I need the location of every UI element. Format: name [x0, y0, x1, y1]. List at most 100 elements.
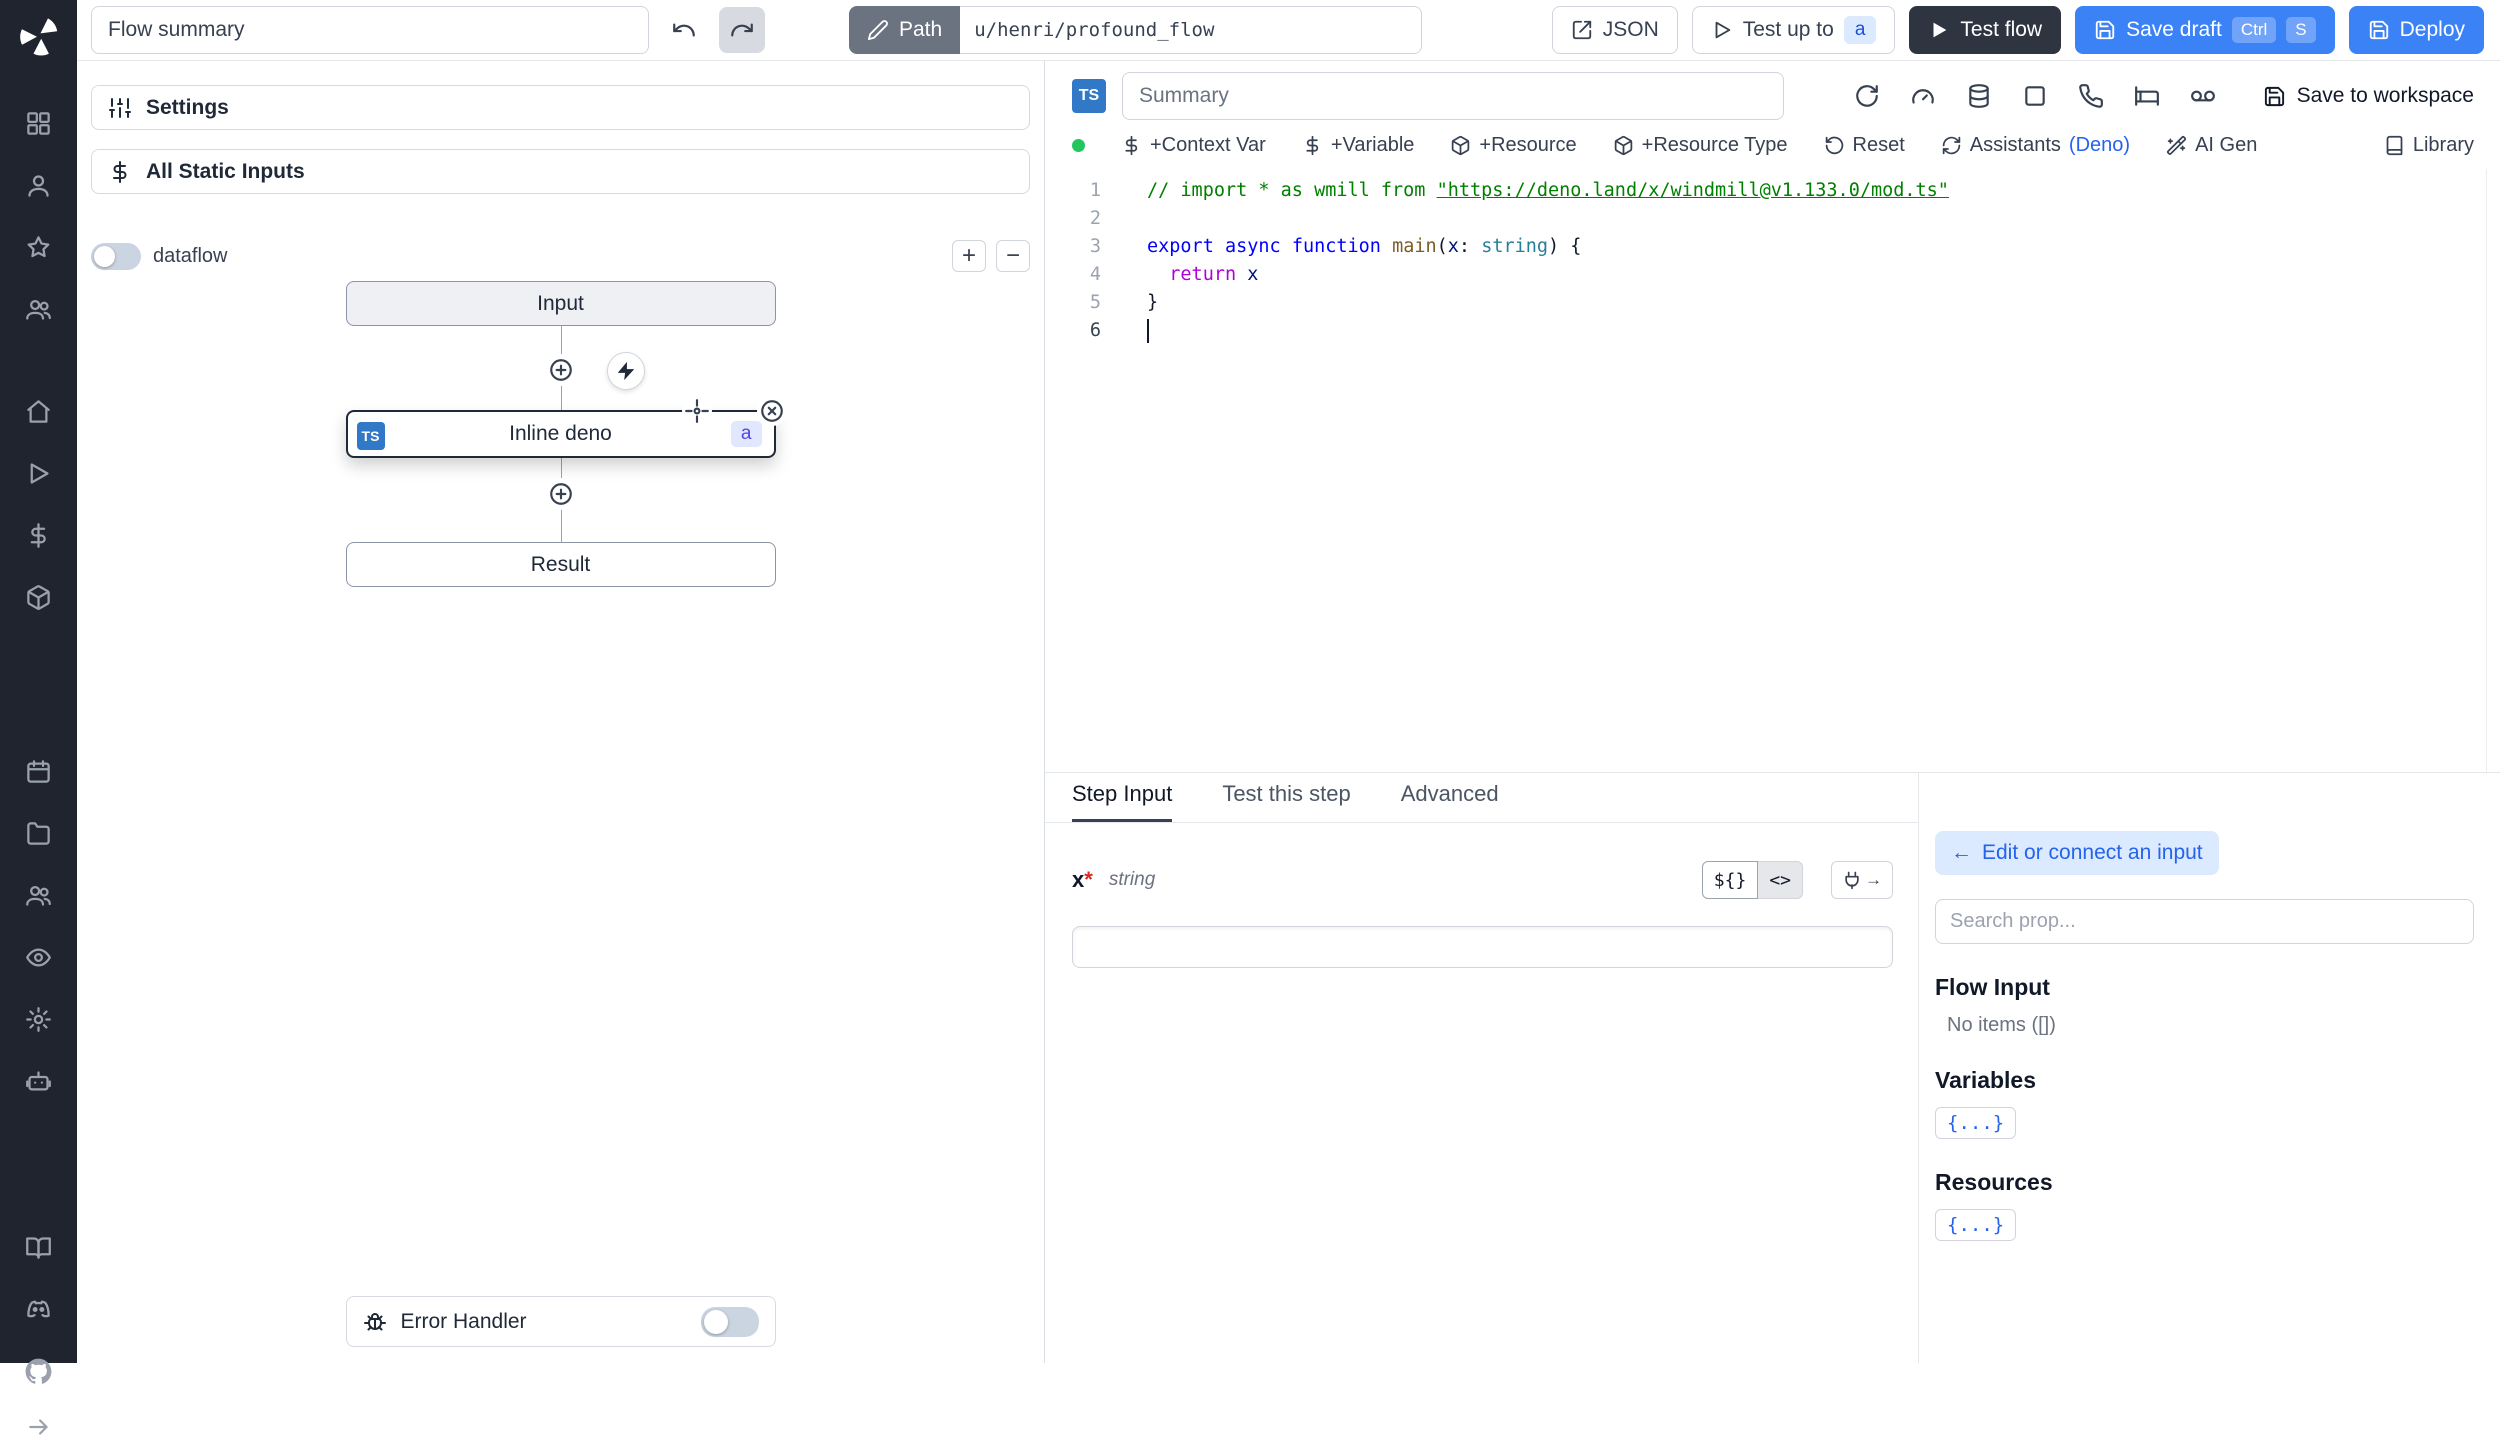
gauge-icon[interactable] [1910, 83, 1936, 109]
reset-button[interactable]: Reset [1824, 134, 1905, 157]
users-icon[interactable] [19, 876, 59, 914]
error-handler-toggle[interactable] [700, 1306, 759, 1337]
tab-advanced[interactable]: Advanced [1401, 781, 1499, 822]
add-resource-type-button[interactable]: +Resource Type [1613, 134, 1788, 157]
move-icon [684, 398, 710, 424]
tab-test-this-step[interactable]: Test this step [1222, 781, 1350, 822]
test-flow-button[interactable]: Test flow [1909, 6, 2062, 54]
play-icon[interactable] [19, 454, 59, 492]
play-icon [1711, 19, 1733, 41]
robot-icon[interactable] [19, 1062, 59, 1100]
settings-label: Settings [146, 95, 229, 119]
dollar-icon[interactable] [19, 516, 59, 554]
path-input[interactable] [960, 6, 1423, 54]
edit-or-connect-button[interactable]: ← Edit or connect an input [1935, 831, 2219, 875]
dollar-icon [1121, 135, 1142, 156]
home-icon[interactable] [19, 392, 59, 430]
settings-button[interactable]: Settings [91, 85, 1030, 130]
discord-icon[interactable] [19, 1290, 59, 1328]
grid-icon[interactable] [19, 104, 59, 142]
expr-mode-button[interactable]: ${} [1701, 861, 1759, 899]
deploy-button[interactable]: Deploy [2348, 6, 2484, 54]
save-icon [2263, 85, 2286, 108]
error-handler[interactable]: Error Handler [345, 1296, 776, 1347]
user-icon[interactable] [19, 166, 59, 204]
zoom-out-button[interactable]: − [996, 240, 1030, 272]
save-icon [2094, 19, 2116, 41]
book-icon[interactable] [19, 1228, 59, 1266]
arrow-left-icon: ← [1951, 841, 1972, 864]
move-step-button[interactable] [681, 396, 712, 426]
code-editor[interactable]: 1// import * as wmill from "https://deno… [1045, 169, 2500, 773]
windmill-logo-icon[interactable] [17, 14, 61, 58]
pencil-icon [867, 19, 889, 41]
save-to-workspace-button[interactable]: Save to workspace [2263, 84, 2474, 108]
folder-icon[interactable] [19, 814, 59, 852]
code-line-4[interactable]: 4 return x [1045, 261, 2500, 289]
undo-button[interactable] [661, 7, 707, 53]
voicemail-icon[interactable] [2190, 83, 2216, 109]
code-line-6[interactable]: 6 [1045, 317, 2500, 345]
library-icon [2384, 135, 2405, 156]
dollar-icon [108, 160, 132, 184]
delete-step-button[interactable] [756, 396, 787, 426]
dataflow-toggle[interactable] [91, 242, 141, 270]
arg-name: x [1072, 867, 1085, 892]
topbar: Path JSON Test up to a Test flow Save dr… [77, 0, 2500, 61]
insert-step-button[interactable] [544, 478, 577, 510]
add-variable-button[interactable]: +Variable [1302, 134, 1414, 157]
lsp-status-dot [1072, 139, 1085, 152]
checkbox-icon[interactable] [2022, 83, 2048, 109]
refresh-icon[interactable] [1854, 83, 1880, 109]
code-line-1[interactable]: 1// import * as wmill from "https://deno… [1045, 177, 2500, 205]
summary-input[interactable] [1122, 72, 1784, 120]
tab-step-input[interactable]: Step Input [1072, 781, 1173, 822]
input-node[interactable]: Input [345, 281, 776, 326]
eye-icon[interactable] [19, 938, 59, 976]
add-resource-button[interactable]: +Resource [1450, 134, 1577, 157]
connect-input-button[interactable]: → [1831, 861, 1893, 899]
database-icon[interactable] [1966, 83, 1992, 109]
zoom-in-button[interactable]: + [952, 240, 986, 272]
code-mode-button[interactable]: <> [1758, 861, 1803, 899]
test-up-to-button[interactable]: Test up to a [1691, 6, 1896, 54]
arg-x-value-input[interactable] [1072, 926, 1893, 968]
editor-top: TS Save to workspace +Context Var +Varia… [1045, 61, 2500, 773]
resources-object-button[interactable]: {...} [1935, 1209, 2017, 1241]
flow-summary-input[interactable] [91, 6, 649, 54]
topbar-actions: JSON Test up to a Test flow Save draft C… [1551, 6, 2484, 54]
ai-gen-button[interactable]: AI Gen [2166, 134, 2257, 157]
assistants-button[interactable]: Assistants (Deno) [1941, 134, 2130, 157]
save-icon [2368, 19, 2390, 41]
json-button[interactable]: JSON [1551, 6, 1678, 54]
sidebar-collapse-button[interactable] [19, 1414, 59, 1440]
add-context-var-button[interactable]: +Context Var [1121, 134, 1266, 157]
search-prop-input[interactable] [1935, 899, 2474, 944]
step-node-label: Inline deno [509, 422, 612, 445]
arg-row-x: x * string ${} <> → [1072, 861, 1893, 899]
github-icon[interactable] [19, 1352, 59, 1390]
redo-button[interactable] [719, 7, 765, 53]
insert-step-button[interactable] [544, 354, 577, 386]
phone-icon[interactable] [2078, 83, 2104, 109]
code-line-2[interactable]: 2 [1045, 205, 2500, 233]
result-node[interactable]: Result [345, 542, 776, 587]
trigger-button[interactable] [606, 352, 645, 390]
code-line-5[interactable]: 5} [1045, 289, 2500, 317]
all-static-inputs-button[interactable]: All Static Inputs [91, 149, 1030, 194]
edit-path-button[interactable]: Path [849, 6, 961, 54]
bed-icon[interactable] [2134, 83, 2160, 109]
kbd-s: S [2286, 17, 2316, 43]
gear-icon[interactable] [19, 1000, 59, 1038]
editor-scrollbar[interactable] [2486, 169, 2500, 772]
save-draft-button[interactable]: Save draft Ctrl S [2075, 6, 2335, 54]
bug-icon [363, 1310, 387, 1334]
cube-icon[interactable] [19, 578, 59, 616]
library-button[interactable]: Library [2384, 134, 2474, 157]
users-icon[interactable] [19, 290, 59, 328]
calendar-icon[interactable] [19, 752, 59, 790]
variables-object-button[interactable]: {...} [1935, 1107, 2017, 1139]
star-icon[interactable] [19, 228, 59, 266]
inline-deno-node[interactable]: TS Inline deno a [345, 396, 787, 458]
code-line-3[interactable]: 3 export async function main(x: string) { [1045, 233, 2500, 261]
